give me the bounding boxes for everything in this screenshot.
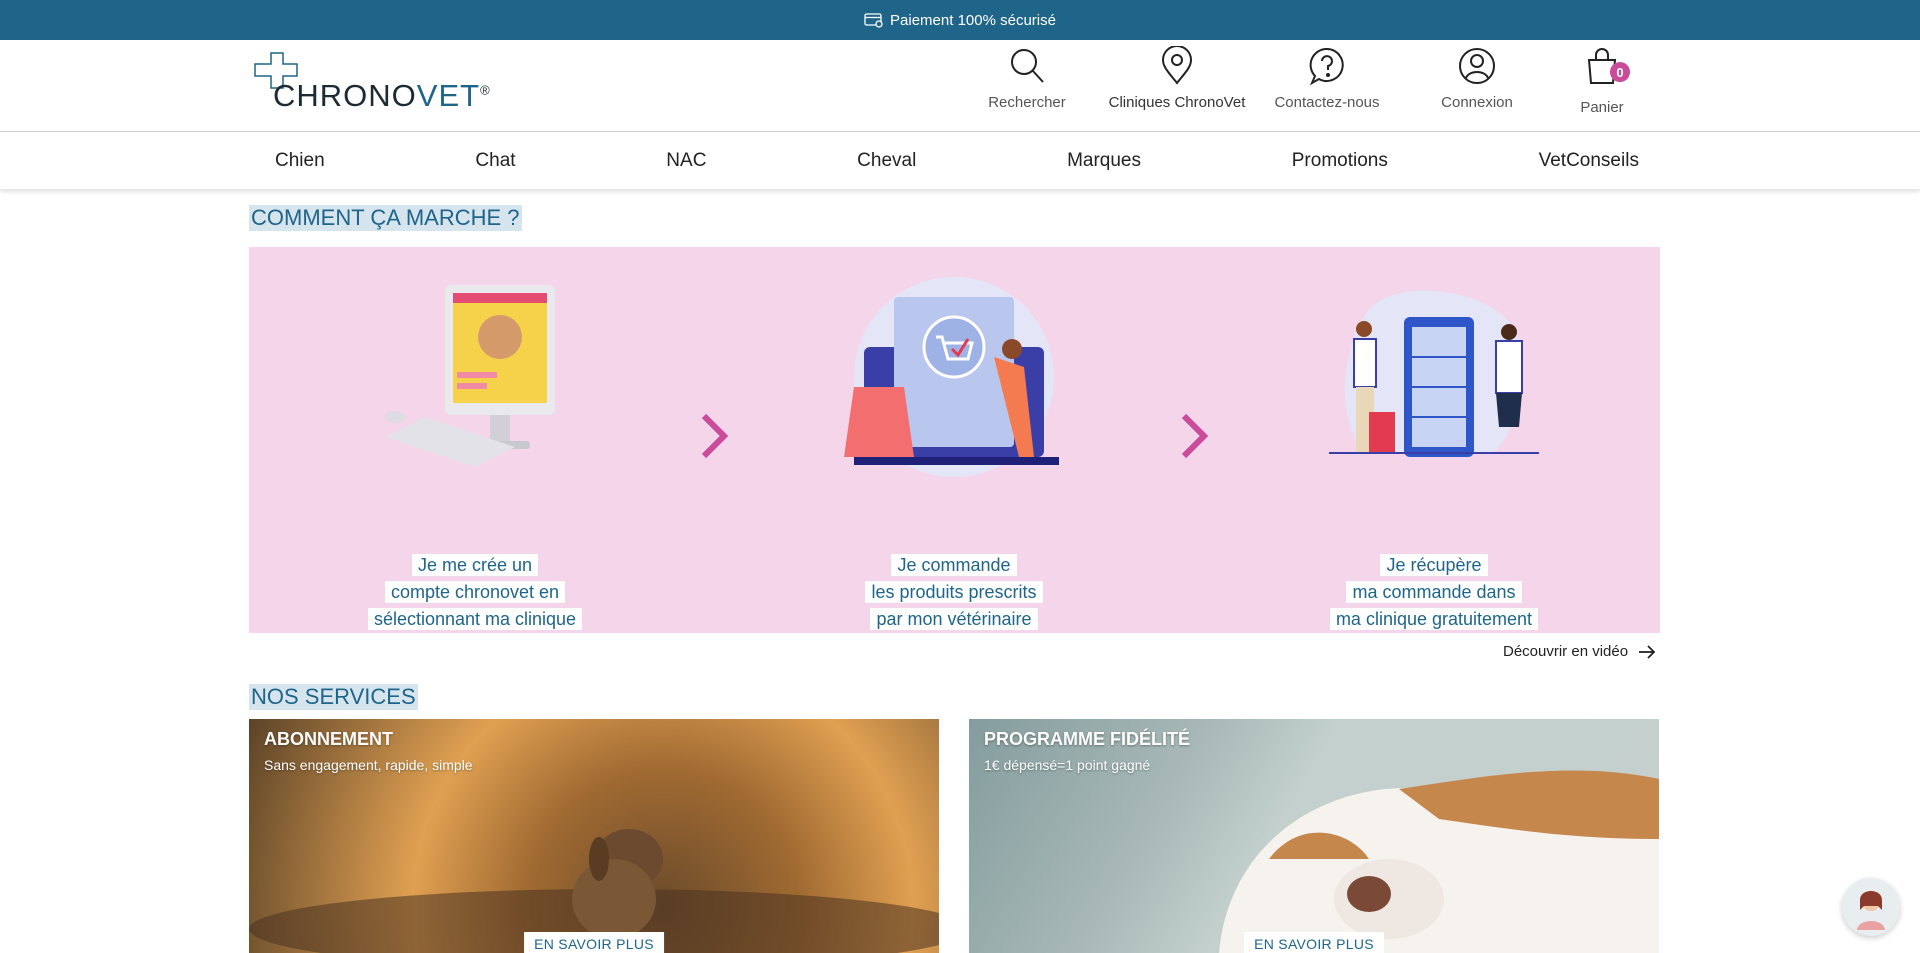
question-bubble-icon (1309, 47, 1344, 86)
subscription-title: ABONNEMENT (264, 729, 393, 749)
loyalty-subtitle: 1€ dépensé=1 point gagné (984, 757, 1151, 773)
login-label: Connexion (1441, 94, 1513, 111)
step-pickup: Je récupère ma commande dans ma clinique… (1254, 277, 1614, 630)
puppy-photo (249, 829, 939, 953)
discover-video-link[interactable]: Découvrir en vidéo (1503, 643, 1656, 660)
chat-assistant-button[interactable] (1842, 878, 1900, 936)
services-title: NOS SERVICES (249, 684, 418, 710)
header-actions: Rechercher Cliniques ChronoVet Contactez… (952, 46, 1652, 116)
subscription-subtitle: Sans engagement, rapide, simple (264, 757, 473, 773)
cart-label: Panier (1580, 99, 1624, 116)
sleeping-dog-photo (969, 719, 1659, 953)
logo-text: CHRONOVET® (273, 78, 491, 114)
search-label: Rechercher (988, 94, 1066, 111)
nav-item-marques[interactable]: Marques (1067, 150, 1141, 172)
contact-button[interactable]: Contactez-nous (1252, 46, 1402, 116)
main-navigation: Chien Chat NAC Cheval Marques Promotions… (0, 133, 1920, 189)
loyalty-learn-more-button[interactable]: EN SAVOIR PLUS (1244, 932, 1384, 953)
nav-items: Chien Chat NAC Cheval Marques Promotions… (249, 133, 1649, 189)
secure-card-icon (864, 13, 883, 28)
nav-item-nac[interactable]: NAC (666, 150, 706, 172)
cart-icon-wrapper: 0 (1582, 46, 1630, 91)
shopping-laptop-illustration (844, 277, 1059, 477)
logo-text-accent: VET (416, 78, 481, 113)
arrow-right-icon (1639, 644, 1656, 659)
clinics-label: Cliniques ChronoVet (1108, 94, 1246, 111)
step-2-caption: Je commande les produits prescrits par m… (774, 552, 1134, 633)
step-order: Je commande les produits prescrits par m… (774, 277, 1134, 630)
chevron-right-icon (701, 413, 729, 459)
logo-registered: ® (480, 82, 491, 98)
search-icon (1011, 49, 1044, 83)
step-3-caption: Je récupère ma commande dans ma clinique… (1254, 552, 1614, 633)
pharmacy-pickup-illustration (1329, 290, 1539, 457)
how-it-works-title: COMMENT ÇA MARCHE ? (249, 205, 522, 231)
map-pin-icon (1161, 46, 1193, 85)
assistant-avatar-icon (1857, 891, 1885, 930)
chronovet-logo[interactable]: CHRONOVET® (253, 50, 490, 113)
step-2-line-3: par mon vétérinaire (870, 608, 1038, 630)
user-icon (1459, 48, 1495, 84)
login-button[interactable]: Connexion (1402, 46, 1552, 116)
chevron-right-icon (1181, 413, 1209, 459)
nav-item-chat[interactable]: Chat (475, 150, 515, 172)
step-2-line-1: Je commande (891, 554, 1017, 576)
logo-text-main: CHRONO (273, 78, 417, 113)
loyalty-title: PROGRAMME FIDÉLITÉ (984, 729, 1190, 749)
cart-count-badge: 0 (1610, 62, 1630, 82)
step-2-line-2: les produits prescrits (865, 581, 1043, 603)
step-1-caption: Je me crée un compte chronovet en sélect… (295, 552, 655, 633)
nav-item-promotions[interactable]: Promotions (1292, 150, 1388, 172)
subscription-card[interactable]: ABONNEMENT Sans engagement, rapide, simp… (249, 719, 939, 953)
step-1-line-1: Je me crée un (411, 554, 539, 576)
nav-item-cheval[interactable]: Cheval (857, 150, 916, 172)
cart-button[interactable]: 0 Panier (1552, 46, 1652, 116)
loyalty-card[interactable]: PROGRAMME FIDÉLITÉ 1€ dépensé=1 point ga… (969, 719, 1659, 953)
step-3-line-3: ma clinique gratuitement (1329, 608, 1539, 630)
nav-item-vetconseils[interactable]: VetConseils (1539, 150, 1639, 172)
discover-video-label: Découvrir en vidéo (1503, 643, 1629, 660)
step-1-line-3: sélectionnant ma clinique (367, 608, 583, 630)
subscription-learn-more-button[interactable]: EN SAVOIR PLUS (524, 932, 664, 953)
computer-illustration (385, 285, 555, 467)
how-it-works-panel: Je me crée un compte chronovet en sélect… (249, 247, 1660, 633)
secure-payment-text: Paiement 100% sécurisé (890, 11, 1056, 29)
secure-payment-banner: Paiement 100% sécurisé (0, 0, 1920, 40)
step-3-line-2: ma commande dans (1346, 581, 1522, 603)
search-button[interactable]: Rechercher (952, 46, 1102, 116)
step-3-line-1: Je récupère (1380, 554, 1488, 576)
nav-item-chien[interactable]: Chien (275, 150, 325, 172)
clinics-button[interactable]: Cliniques ChronoVet (1102, 46, 1252, 116)
step-1-line-2: compte chronovet en (384, 581, 566, 603)
step-create-account: Je me crée un compte chronovet en sélect… (295, 277, 655, 630)
contact-label: Contactez-nous (1274, 94, 1380, 111)
site-header: CHRONOVET® Rechercher Cliniques ChronoVe… (0, 40, 1920, 132)
